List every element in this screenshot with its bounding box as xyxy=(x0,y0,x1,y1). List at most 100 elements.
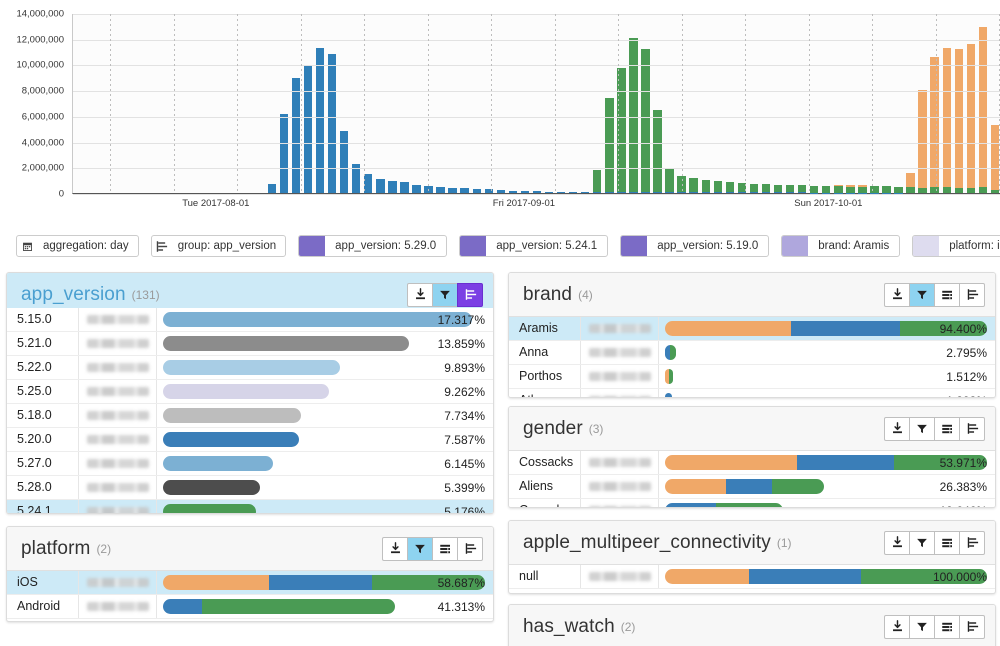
table-row[interactable]: 5.22.0 9.893% xyxy=(7,356,493,380)
chart-bar[interactable] xyxy=(713,180,722,193)
chart-bar[interactable] xyxy=(400,182,409,193)
chart-bars[interactable] xyxy=(73,14,1000,193)
table-row[interactable]: Aliens 26.383% xyxy=(509,475,995,499)
chart-bar[interactable] xyxy=(315,48,325,193)
table-row[interactable]: Cossacks 53.971% xyxy=(509,451,995,475)
table-row[interactable]: 5.20.0 7.587% xyxy=(7,428,493,452)
filter-chip-group[interactable]: group: app_version xyxy=(150,235,287,257)
chart-bar[interactable] xyxy=(508,190,518,193)
chart-bar[interactable] xyxy=(279,113,289,193)
panel-rows-app_version[interactable]: 5.15.0 17.317% 5.21.0 13.859% 5.22.0 9.893% 5.… xyxy=(7,308,493,513)
chart-bar[interactable] xyxy=(520,191,530,193)
panel-rows-apple_multipeer_connectivity[interactable]: null 100.000% xyxy=(509,565,995,589)
chart-bar[interactable] xyxy=(496,189,506,193)
table-row[interactable]: Athos 1.293% xyxy=(509,389,995,397)
chart-bar[interactable] xyxy=(761,184,771,193)
filter-button[interactable] xyxy=(407,536,433,561)
filter-button[interactable] xyxy=(909,530,935,555)
filter-chip-app_version_5_19_0[interactable]: app_version: 5.19.0 xyxy=(620,235,770,257)
chart-bar[interactable] xyxy=(725,181,735,193)
chart-bar[interactable] xyxy=(460,188,469,193)
row-bar-cell[interactable]: 17.317% xyxy=(157,308,493,331)
chart-bar[interactable] xyxy=(556,191,566,193)
chart-bar[interactable] xyxy=(797,185,807,193)
chart-bar[interactable] xyxy=(303,65,313,193)
chart-bar[interactable] xyxy=(834,184,843,193)
filter-chip-platform_ios[interactable]: platform: iOS xyxy=(912,235,1000,257)
list-button[interactable] xyxy=(934,282,960,307)
download-button[interactable] xyxy=(884,282,910,307)
panel-rows-gender[interactable]: Cossacks 53.971% Aliens 26.383% Crusaders 19.… xyxy=(509,451,995,507)
table-row[interactable]: Android 41.313% xyxy=(7,595,493,619)
panel-toolbar[interactable] xyxy=(382,536,483,561)
chart-bar[interactable] xyxy=(990,124,1000,193)
panel-toolbar[interactable] xyxy=(884,614,985,639)
chart-bar[interactable] xyxy=(846,184,855,193)
list-button[interactable] xyxy=(934,530,960,555)
chart-bar[interactable] xyxy=(532,191,542,193)
panel-header-gender[interactable]: gender (3) xyxy=(509,407,995,451)
group-button[interactable] xyxy=(959,282,985,307)
row-bar-cell[interactable]: 7.734% xyxy=(157,404,493,427)
row-bar-cell[interactable]: 41.313% xyxy=(157,595,493,618)
chart-bar[interactable] xyxy=(364,173,373,193)
chart-bar[interactable] xyxy=(749,183,759,193)
table-row[interactable]: Anna 2.795% xyxy=(509,341,995,365)
table-row[interactable]: Crusaders 19.646% xyxy=(509,499,995,507)
table-row[interactable]: 5.18.0 7.734% xyxy=(7,404,493,428)
chart-bar[interactable] xyxy=(388,180,397,193)
download-button[interactable] xyxy=(382,536,408,561)
chart-bar[interactable] xyxy=(448,187,457,193)
chart-bar[interactable] xyxy=(544,191,554,193)
panel-header-platform[interactable]: platform (2) xyxy=(7,527,493,571)
table-row[interactable]: Porthos 1.512% xyxy=(509,365,995,389)
group-button[interactable] xyxy=(959,530,985,555)
panel-header-has_watch[interactable]: has_watch (2) xyxy=(509,605,995,646)
chart-bar[interactable] xyxy=(809,185,819,193)
panel-brand[interactable]: brand (4) Aramis 94.400% Anna 2.795% Porthos 1.… xyxy=(508,272,996,398)
row-bar-cell[interactable]: 9.262% xyxy=(157,380,493,403)
group-button[interactable] xyxy=(959,614,985,639)
panel-header-brand[interactable]: brand (4) xyxy=(509,273,995,317)
panel-toolbar[interactable] xyxy=(884,416,985,441)
chart-bar[interactable] xyxy=(472,188,481,193)
group-button[interactable] xyxy=(457,536,483,561)
chart-bar[interactable] xyxy=(858,184,867,193)
chart-bar[interactable] xyxy=(412,185,421,193)
chart-bar[interactable] xyxy=(918,89,927,193)
time-series-chart[interactable]: Tue 2017-08-01 Fri 2017-09-01 Sun 2017-10-… xyxy=(0,0,1000,230)
chart-bar[interactable] xyxy=(605,97,614,193)
row-bar-cell[interactable]: 13.859% xyxy=(157,332,493,355)
table-row[interactable]: 5.21.0 13.859% xyxy=(7,332,493,356)
table-row[interactable]: 5.15.0 17.317% xyxy=(7,308,493,332)
table-row[interactable]: iOS 58.687% xyxy=(7,571,493,595)
filter-chip-app_version_5_29_0[interactable]: app_version: 5.29.0 xyxy=(298,235,448,257)
filter-chip-app_version_5_24_1[interactable]: app_version: 5.24.1 xyxy=(459,235,609,257)
chart-bar[interactable] xyxy=(568,191,578,193)
chart-bar[interactable] xyxy=(773,184,783,193)
filter-button[interactable] xyxy=(909,614,935,639)
download-button[interactable] xyxy=(884,614,910,639)
filter-button[interactable] xyxy=(432,282,458,307)
panel-header-apple_multipeer_connectivity[interactable]: apple_multipeer_connectivity (1) xyxy=(509,521,995,565)
panel-toolbar[interactable] xyxy=(407,282,483,307)
panel-gender[interactable]: gender (3) Cossacks 53.971% Aliens 26.383% Cru… xyxy=(508,406,996,508)
filter-chip-brand_aramis[interactable]: brand: Aramis xyxy=(781,235,901,257)
filter-chip-aggregation[interactable]: aggregation: day xyxy=(16,235,139,257)
group-button[interactable] xyxy=(457,282,483,307)
table-row[interactable]: 5.25.0 9.262% xyxy=(7,380,493,404)
panel-toolbar[interactable] xyxy=(884,282,985,307)
chart-bar[interactable] xyxy=(327,54,337,193)
download-button[interactable] xyxy=(884,416,910,441)
panel-apple_multipeer_connectivity[interactable]: apple_multipeer_connectivity (1) null 100.0… xyxy=(508,520,996,594)
chart-bar[interactable] xyxy=(376,178,385,193)
row-bar-cell[interactable]: 1.293% xyxy=(659,389,995,397)
row-bar-cell[interactable]: 5.399% xyxy=(157,476,493,499)
row-bar-cell[interactable]: 26.383% xyxy=(659,475,995,498)
row-bar-cell[interactable]: 58.687% xyxy=(157,571,493,594)
chart-bar[interactable] xyxy=(954,49,964,193)
chart-bar[interactable] xyxy=(629,38,638,193)
chart-bar[interactable] xyxy=(822,185,831,193)
chart-bar[interactable] xyxy=(436,187,445,193)
table-row[interactable]: 5.28.0 5.399% xyxy=(7,476,493,500)
